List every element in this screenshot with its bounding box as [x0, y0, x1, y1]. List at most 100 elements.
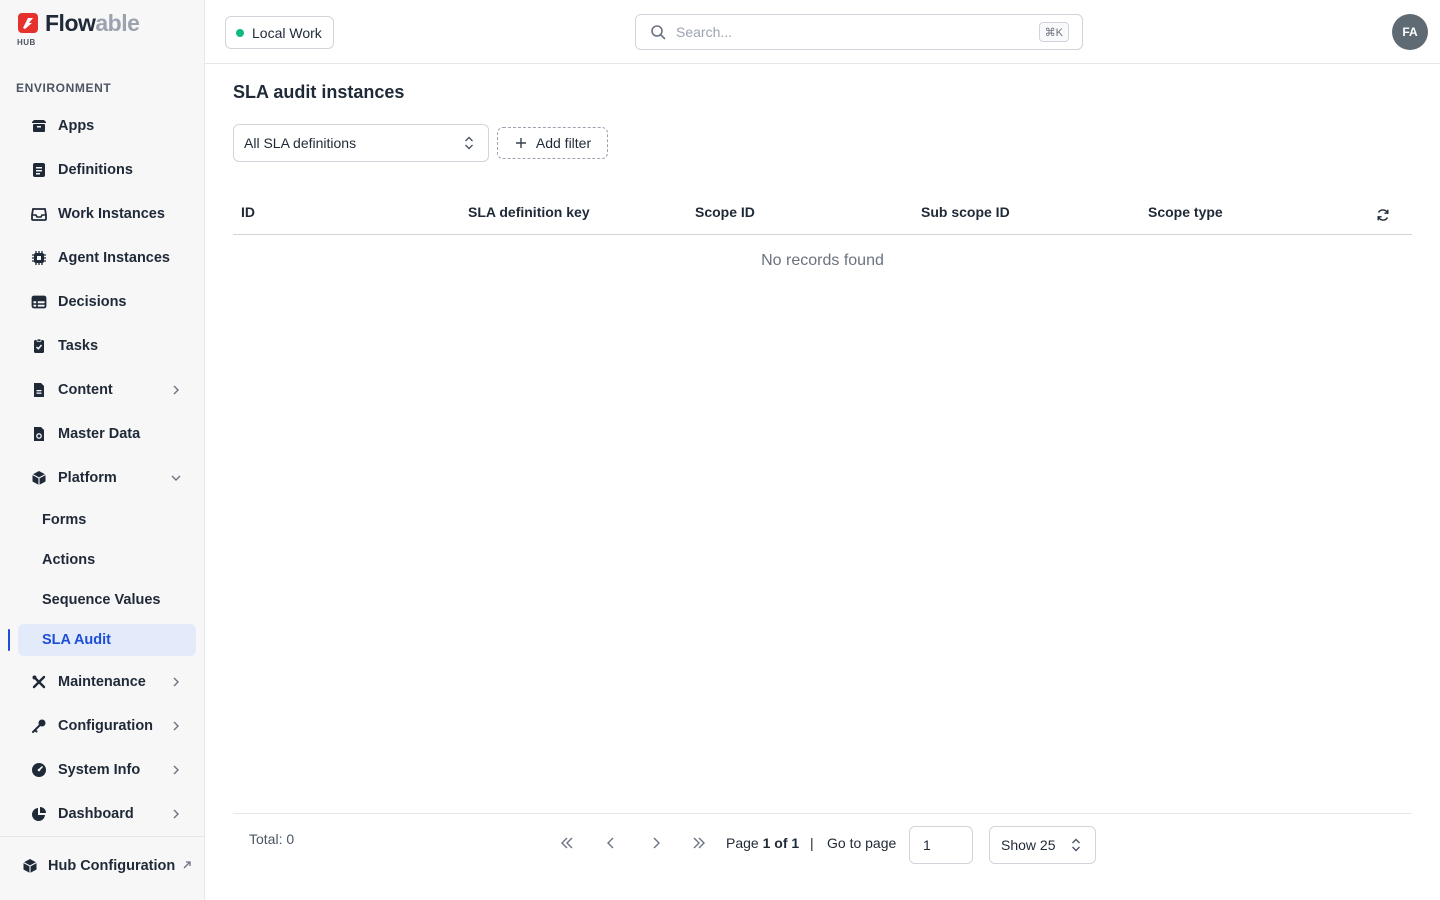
table-icon [31, 294, 47, 310]
sidebar-subitem-label: Forms [42, 512, 87, 528]
sidebar-item-system-info[interactable]: System Info [18, 753, 196, 787]
sidebar-item-label: Dashboard [58, 806, 134, 822]
pagination-separator: | [810, 835, 814, 851]
previous-page-button[interactable] [599, 831, 623, 855]
file-icon [31, 382, 47, 398]
user-avatar[interactable]: FA [1392, 14, 1428, 50]
total-count: Total: 0 [249, 831, 295, 847]
sidebar-subitem-sla-audit[interactable]: SLA Audit [18, 624, 196, 656]
sidebar-subitem-sequence-values[interactable]: Sequence Values [18, 584, 196, 616]
sidebar-item-agent-instances[interactable]: Agent Instances [18, 241, 196, 275]
pie-chart-icon [31, 806, 47, 822]
plus-icon [514, 136, 528, 150]
sidebar-item-decisions[interactable]: Decisions [18, 285, 196, 319]
chevron-updown-icon [463, 134, 475, 152]
key-icon [31, 718, 47, 734]
chevron-right-icon [653, 837, 660, 849]
column-header-scope-id[interactable]: Scope ID [695, 204, 755, 220]
page-title: SLA audit instances [233, 82, 405, 102]
inbox-icon [31, 206, 47, 222]
tools-icon [31, 674, 47, 690]
hub-configuration-label: Hub Configuration [48, 858, 176, 874]
top-bar: Local Work ⌘K FA [205, 0, 1440, 64]
active-indicator [8, 629, 10, 651]
sidebar-item-label: Agent Instances [58, 250, 170, 266]
sidebar-item-configuration[interactable]: Configuration [18, 709, 196, 743]
environment-status-dot [236, 28, 244, 37]
chevrons-left-icon [561, 837, 573, 849]
column-header-sub-scope-id[interactable]: Sub scope ID [921, 204, 1010, 220]
go-to-page-label: Go to page [827, 835, 897, 851]
last-page-button[interactable] [687, 831, 711, 855]
section-label-environment: ENVIRONMENT [16, 81, 112, 95]
page-current: 1 of 1 [762, 835, 800, 851]
sla-definition-select[interactable]: All SLA definitions [233, 124, 489, 162]
brand-sub: HUB [17, 38, 36, 47]
add-filter-button[interactable]: Add filter [497, 127, 608, 159]
table-header: ID SLA definition key Scope ID Sub scope… [233, 193, 1412, 235]
sidebar-item-platform[interactable]: Platform [18, 461, 196, 495]
page-size-select[interactable]: Show 25 [989, 826, 1096, 864]
sidebar-item-label: Definitions [58, 162, 133, 178]
environment-label: Local Work [252, 24, 322, 41]
sidebar: Flowable HUB ENVIRONMENT Apps Definition… [0, 0, 205, 900]
sidebar-item-apps[interactable]: Apps [18, 109, 196, 143]
chevron-right-icon [168, 382, 184, 398]
page-indicator: Page 1 of 1 [726, 835, 799, 851]
go-to-page-input[interactable] [909, 826, 973, 864]
sidebar-item-label: Platform [58, 470, 117, 486]
sidebar-item-label: Tasks [58, 338, 99, 354]
sidebar-item-tasks[interactable]: Tasks [18, 329, 196, 363]
gauge-icon [31, 762, 47, 778]
first-page-button[interactable] [555, 831, 579, 855]
empty-state-message: No records found [761, 252, 884, 269]
sidebar-item-label: System Info [58, 762, 141, 778]
sidebar-subitem-label: SLA Audit [42, 632, 111, 648]
box-icon [31, 118, 47, 134]
sidebar-divider [0, 836, 205, 837]
column-header-sla-definition-key[interactable]: SLA definition key [468, 204, 590, 220]
chip-icon [31, 250, 47, 266]
chevron-left-icon [607, 837, 614, 849]
search-shortcut-hint: ⌘K [1038, 22, 1069, 42]
brand-name: Flowable [45, 10, 140, 36]
external-link-icon [182, 859, 192, 873]
column-header-scope-type[interactable]: Scope type [1148, 204, 1223, 220]
global-search[interactable]: ⌘K [635, 14, 1083, 50]
sidebar-item-label: Decisions [58, 294, 127, 310]
document-list-icon [31, 162, 47, 178]
search-input[interactable] [676, 24, 1039, 40]
sidebar-item-maintenance[interactable]: Maintenance [18, 665, 196, 699]
add-filter-label: Add filter [535, 135, 592, 151]
chevron-right-icon [168, 762, 184, 778]
sidebar-item-definitions[interactable]: Definitions [18, 153, 196, 187]
flowable-logo-icon [18, 13, 38, 33]
chevron-updown-icon [1070, 836, 1082, 854]
search-icon [650, 24, 666, 40]
page-size-value: Show 25 [1001, 837, 1056, 853]
sidebar-item-label: Apps [58, 118, 95, 134]
refresh-icon[interactable] [1375, 207, 1391, 223]
sidebar-item-dashboard[interactable]: Dashboard [18, 797, 196, 831]
chevron-right-icon [168, 806, 184, 822]
sidebar-subitem-actions[interactable]: Actions [18, 544, 196, 576]
chevrons-right-icon [693, 837, 705, 849]
sidebar-subitem-label: Sequence Values [42, 592, 161, 608]
sidebar-subitem-forms[interactable]: Forms [18, 504, 196, 536]
footer-divider [233, 813, 1412, 814]
sidebar-item-content[interactable]: Content [18, 373, 196, 407]
sidebar-item-label: Maintenance [58, 674, 146, 690]
sidebar-item-master-data[interactable]: Master Data [18, 417, 196, 451]
chevron-right-icon [168, 674, 184, 690]
environment-switcher[interactable]: Local Work [225, 16, 334, 49]
sidebar-item-work-instances[interactable]: Work Instances [18, 197, 196, 231]
hub-configuration-link[interactable]: Hub Configuration [8, 849, 196, 883]
next-page-button[interactable] [644, 831, 668, 855]
page-prefix: Page [726, 835, 759, 851]
chevron-down-icon [168, 470, 184, 486]
sla-definition-select-value: All SLA definitions [244, 135, 357, 151]
sidebar-item-label: Master Data [58, 426, 141, 442]
sidebar-item-label: Work Instances [58, 206, 165, 222]
cube-icon [22, 858, 38, 874]
column-header-id[interactable]: ID [241, 204, 255, 220]
